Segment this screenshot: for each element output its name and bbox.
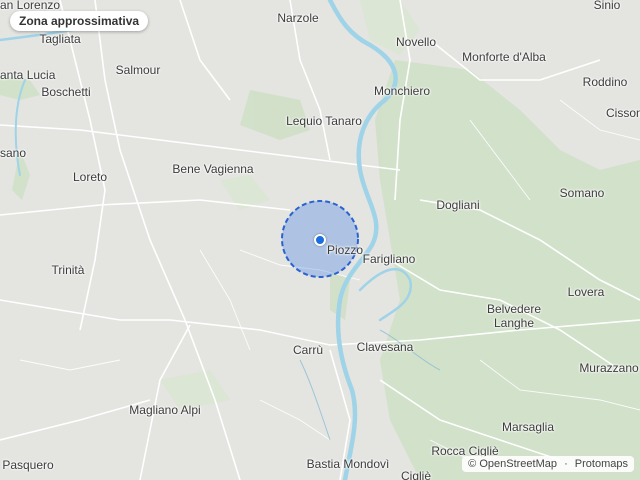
place-label: Novello [395,35,437,49]
place-label: Boschetti [41,85,91,99]
place-label: an Lorenzo [0,0,61,12]
place-label: Sinio [593,0,621,12]
place-label: Roddino [582,75,628,89]
place-label: Trinità [51,263,85,277]
approximate-zone-badge: Zona approssimativa [10,11,149,31]
place-label: Salmour [115,63,161,77]
place-label: anta Lucia [0,68,56,82]
attribution-separator: · [564,458,568,470]
place-label: Monforte d'Alba [462,50,546,64]
place-label: Belvedere Langhe [486,302,542,330]
place-label: Magliano Alpi [129,403,201,417]
place-label: Lequio Tanaro [286,114,362,128]
map-attribution: © OpenStreetMap · Protomaps [462,456,634,472]
place-label: Marsaglia [501,420,555,434]
protomaps-link[interactable]: Protomaps [575,458,628,470]
place-label: Farigliano [362,252,416,266]
place-label: sano [0,146,27,160]
place-label: Bene Vagienna [172,162,254,176]
place-label: Tagliata [39,32,81,46]
place-label: Carrù [292,343,324,357]
place-label: Piozzo [326,243,364,257]
place-label: Pasquero [2,458,54,472]
place-label: Lovera [567,285,605,299]
place-label: Clavesana [356,340,414,354]
place-label: Somano [559,186,605,200]
place-label: Monchiero [373,84,431,98]
map-view[interactable]: Zona approssimativa an Lorenzo Narzole S… [0,0,640,480]
openstreetmap-link[interactable]: OpenStreetMap [479,458,557,470]
place-label: Murazzano [579,361,639,375]
place-label: Cigliè [400,469,432,480]
place-label: Narzole [277,11,319,25]
copyright-symbol: © [468,458,477,470]
place-label: Cisson [606,106,640,120]
place-label: Bastia Mondovì [306,457,390,471]
place-label: Dogliani [436,198,480,212]
location-dot-icon [314,234,326,246]
place-label: Loreto [72,170,108,184]
